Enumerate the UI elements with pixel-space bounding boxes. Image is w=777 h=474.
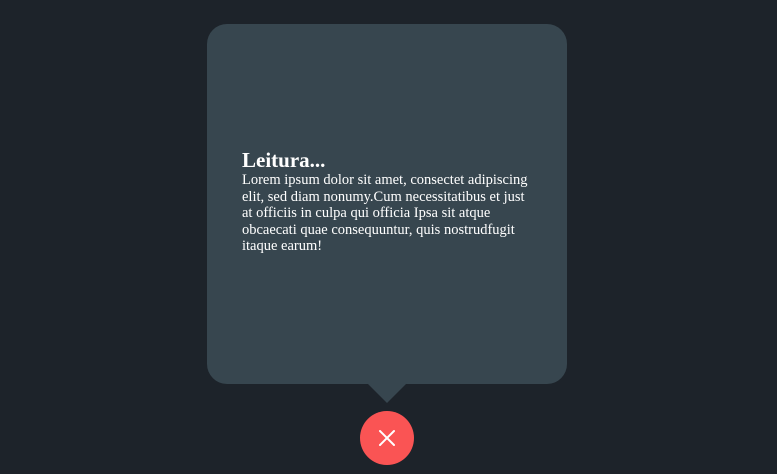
reading-popup: Leitura... Lorem ipsum dolor sit amet, c… <box>207 24 567 384</box>
page: Leitura... Lorem ipsum dolor sit amet, c… <box>0 0 777 474</box>
popup-content: Leitura... Lorem ipsum dolor sit amet, c… <box>242 148 534 255</box>
popup-title: Leitura... <box>242 148 326 172</box>
popup-text: Lorem ipsum dolor sit amet, consectet ad… <box>242 172 528 254</box>
close-icon <box>378 429 396 447</box>
close-button[interactable] <box>360 411 414 465</box>
popup-pointer <box>367 383 407 403</box>
